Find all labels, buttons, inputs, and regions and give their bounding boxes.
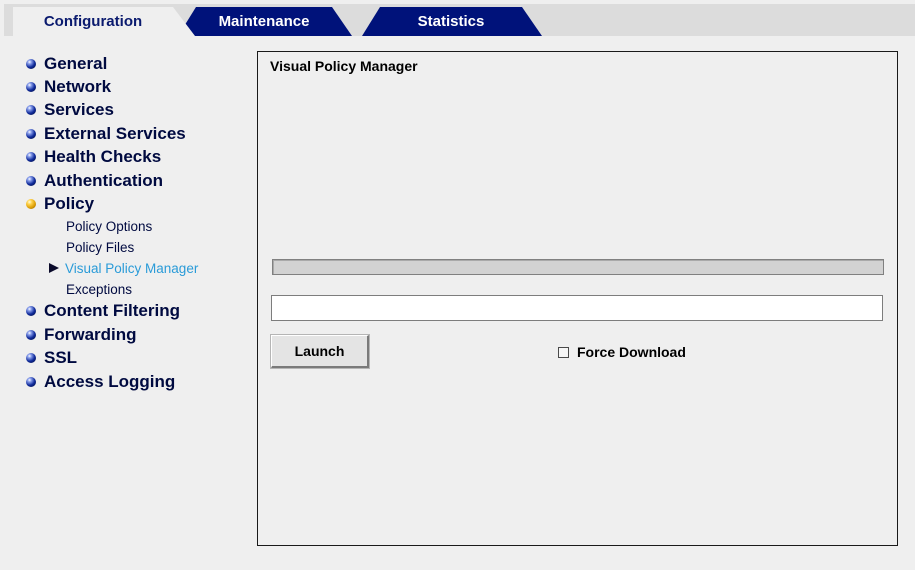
sidebar-item-label: Access Logging (44, 371, 176, 391)
blue-ball-icon (26, 353, 36, 364)
sidebar-subitem-visual-policy-manager[interactable]: Visual Policy Manager (24, 258, 249, 279)
sidebar-item-label: External Services (44, 123, 186, 143)
blue-ball-icon (26, 82, 36, 93)
force-download-label: Force Download (577, 344, 686, 360)
sidebar-item-general[interactable]: General (24, 52, 249, 75)
force-download-checkbox[interactable]: Force Download (558, 344, 686, 360)
sidebar-subitem-label: Policy Files (66, 239, 135, 255)
blue-ball-icon (26, 58, 36, 69)
vpm-panel: Visual Policy Manager Launch Force Downl… (257, 51, 898, 546)
page-title: Visual Policy Manager (270, 58, 418, 74)
sidebar-item-label: Services (44, 100, 114, 120)
tab-bar: Configuration Maintenance Statistics (0, 0, 915, 36)
sidebar-item-label: Health Checks (44, 147, 162, 167)
tab-maintenance-label: Maintenance (218, 13, 310, 30)
blue-ball-icon (26, 306, 36, 317)
sidebar-item-label: Authentication (44, 170, 163, 190)
checkbox-icon[interactable] (558, 346, 569, 358)
sidebar-subitem-exceptions[interactable]: Exceptions (24, 279, 249, 300)
sidebar-item-label: Policy (44, 194, 95, 214)
sidebar-nav: General Network Services External Servic… (24, 52, 249, 393)
sidebar-item-authentication[interactable]: Authentication (24, 169, 249, 192)
admin-console: Configuration Maintenance Statistics Gen… (0, 0, 915, 570)
tab-configuration[interactable]: Configuration (13, 7, 195, 36)
tab-statistics[interactable]: Statistics (362, 7, 542, 36)
sidebar-subitem-label: Exceptions (66, 281, 133, 297)
gold-ball-icon (26, 199, 36, 210)
sidebar-item-services[interactable]: Services (24, 99, 249, 122)
sidebar-item-label: General (44, 53, 108, 73)
current-arrow-icon (49, 263, 59, 274)
sidebar-item-label: Content Filtering (44, 301, 180, 321)
sidebar-subitem-label: Policy Options (66, 218, 153, 234)
blue-ball-icon (26, 152, 36, 163)
sidebar-item-label: Network (44, 77, 112, 97)
sidebar-item-label: Forwarding (44, 324, 137, 344)
status-field[interactable] (271, 295, 883, 321)
blue-ball-icon (26, 128, 36, 139)
sidebar-item-health-checks[interactable]: Health Checks (24, 146, 249, 169)
sidebar-item-access-logging[interactable]: Access Logging (24, 370, 249, 393)
sidebar-item-forwarding[interactable]: Forwarding (24, 323, 249, 346)
sidebar-subitem-policy-options[interactable]: Policy Options (24, 216, 249, 237)
tab-configuration-label: Configuration (43, 13, 143, 30)
blue-ball-icon (26, 376, 36, 387)
sidebar-item-ssl[interactable]: SSL (24, 347, 249, 370)
sidebar-subitem-label: Visual Policy Manager (65, 260, 199, 276)
sidebar-item-network[interactable]: Network (24, 75, 249, 98)
blue-ball-icon (26, 175, 36, 186)
tab-maintenance[interactable]: Maintenance (178, 7, 352, 36)
progress-bar (272, 259, 884, 275)
tab-statistics-label: Statistics (417, 13, 485, 30)
launch-button[interactable]: Launch (270, 334, 370, 369)
blue-ball-icon (26, 105, 36, 116)
sidebar-item-content-filtering[interactable]: Content Filtering (24, 300, 249, 323)
sidebar-item-external-services[interactable]: External Services (24, 122, 249, 145)
sidebar-item-policy[interactable]: Policy (24, 192, 249, 215)
blue-ball-icon (26, 329, 36, 340)
sidebar-subitem-policy-files[interactable]: Policy Files (24, 237, 249, 258)
sidebar-item-label: SSL (44, 348, 78, 368)
